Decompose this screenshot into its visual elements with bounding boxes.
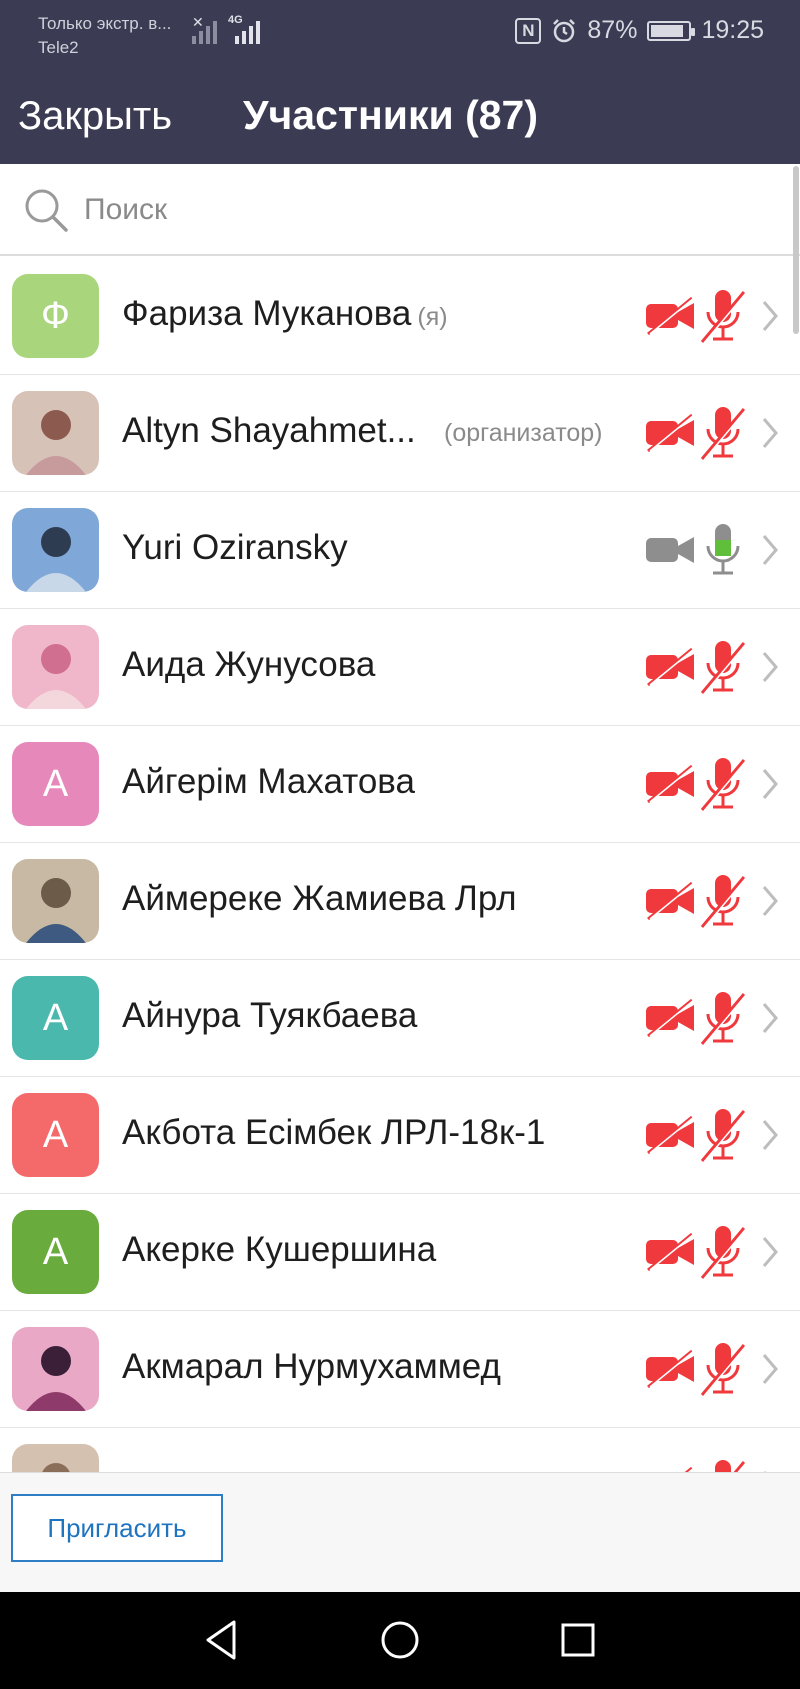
triangle-back-icon[interactable] (198, 1616, 246, 1664)
carrier-line2: Tele2 (38, 38, 79, 57)
participant-row[interactable]: Аймереке Жамиева Лрл (0, 843, 800, 960)
footer-bar: Пригласить (0, 1472, 800, 1592)
participant-name: Акмарал Нурмухаммед (122, 1347, 501, 1386)
participant-row[interactable]: Аида Жунусова (0, 609, 800, 726)
carrier-info: Только экстр. в... Tele2 (38, 12, 171, 60)
mic-muted-icon (698, 639, 748, 695)
video-off-icon (644, 1349, 696, 1389)
participant-row[interactable]: Yuri Oziransky (0, 492, 800, 609)
participant-name: Акерке Кушершина (122, 1230, 437, 1269)
video-icon (644, 530, 696, 570)
participant-name: Altyn Shayahmet... (122, 411, 416, 450)
video-off-icon (644, 296, 696, 336)
alarm-icon (553, 18, 576, 42)
scrollbar-thumb[interactable] (793, 166, 799, 334)
avatar-initial: А (12, 1093, 99, 1177)
mic-on-icon (698, 522, 748, 578)
photo-avatar (12, 859, 99, 943)
photo-avatar (12, 1444, 99, 1472)
search-input[interactable] (84, 186, 764, 234)
participant-role: (организатор) (444, 419, 603, 447)
participant-name: Айнура Туякбаева (122, 996, 418, 1035)
signal-bars-icon (192, 16, 217, 44)
avatar-initial: А (12, 976, 99, 1060)
chevron-right-icon[interactable] (760, 1117, 780, 1153)
video-off-icon (644, 764, 696, 804)
clock: 19:25 (701, 16, 764, 44)
video-off-icon (644, 998, 696, 1038)
participant-role: (я) (417, 303, 448, 331)
status-right: N 87% 19:25 (515, 16, 764, 45)
participant-name: Yuri Oziransky (122, 528, 348, 567)
participant-row[interactable]: Altyn Shayahmet... (организатор) (0, 375, 800, 492)
chevron-right-icon[interactable] (760, 649, 780, 685)
header: Закрыть Участники (87) (0, 76, 800, 164)
chevron-right-icon[interactable] (760, 532, 780, 568)
participant-name: Фариза Муканова (я) (122, 294, 448, 333)
participant-row[interactable]: Ф Фариза Муканова (я) (0, 258, 800, 375)
nfc-icon: N (515, 17, 542, 44)
battery-icon (647, 20, 696, 41)
square-recents-icon[interactable] (554, 1616, 602, 1664)
avatar-initial: А (12, 742, 99, 826)
mic-muted-icon (698, 1341, 748, 1397)
mic-muted-icon (698, 1107, 748, 1163)
chevron-right-icon[interactable] (760, 298, 780, 334)
video-off-icon (644, 1115, 696, 1155)
mic-muted-icon (698, 873, 748, 929)
mic-muted-icon (698, 288, 748, 344)
participant-row[interactable] (0, 1428, 800, 1472)
participant-row[interactable]: А Айгерім Махатова (0, 726, 800, 843)
system-nav-bar (0, 1592, 800, 1689)
carrier-line1: Только экстр. в... (38, 14, 172, 33)
participant-row[interactable]: А Айнура Туякбаева (0, 960, 800, 1077)
close-button[interactable]: Закрыть (18, 94, 172, 139)
chevron-right-icon[interactable] (760, 1351, 780, 1387)
search-bar (0, 164, 800, 256)
mic-muted-icon (698, 1458, 748, 1472)
participant-row[interactable]: А Акерке Кушершина (0, 1194, 800, 1311)
circle-home-icon[interactable] (376, 1616, 424, 1664)
network-type-label: 4G (228, 14, 243, 26)
video-off-icon (644, 881, 696, 921)
chevron-right-icon[interactable] (760, 1000, 780, 1036)
chevron-right-icon[interactable] (760, 883, 780, 919)
page-title: Участники (87) (243, 92, 538, 138)
photo-avatar (12, 1327, 99, 1411)
video-off-icon (644, 1232, 696, 1272)
participant-name: Аида Жунусова (122, 645, 376, 684)
participant-name: Аймереке Жамиева Лрл (122, 879, 517, 918)
chevron-right-icon[interactable] (760, 415, 780, 451)
invite-button[interactable]: Пригласить (11, 1494, 223, 1562)
scrollbar[interactable] (792, 164, 800, 1472)
mic-muted-icon (698, 990, 748, 1046)
photo-avatar (12, 508, 99, 592)
battery-percent: 87% (587, 16, 638, 44)
participant-row[interactable]: А Акбота Есімбек ЛРЛ-18к-1 (0, 1077, 800, 1194)
video-off-icon (644, 413, 696, 453)
participant-name: Айгерім Махатова (122, 762, 415, 801)
video-off-icon (644, 647, 696, 687)
chevron-right-icon[interactable] (760, 1234, 780, 1270)
participant-row[interactable]: Акмарал Нурмухаммед (0, 1311, 800, 1428)
mic-muted-icon (698, 756, 748, 812)
signal-icons (192, 16, 260, 44)
status-bar: Только экстр. в... Tele2 ✕ 4G N 87% 19:2… (0, 0, 800, 76)
avatar-initial: А (12, 1210, 99, 1294)
battery-level (651, 24, 683, 37)
chevron-right-icon[interactable] (760, 766, 780, 802)
participant-list[interactable]: Ф Фариза Муканова (я) Altyn Shayahmet... (о… (0, 258, 800, 1472)
search-icon (25, 189, 68, 232)
avatar-initial: Ф (12, 274, 99, 358)
participant-name: Акбота Есімбек ЛРЛ-18к-1 (122, 1113, 546, 1152)
mic-muted-icon (698, 1224, 748, 1280)
photo-avatar (12, 391, 99, 475)
mic-muted-icon (698, 405, 748, 461)
photo-avatar (12, 625, 99, 709)
